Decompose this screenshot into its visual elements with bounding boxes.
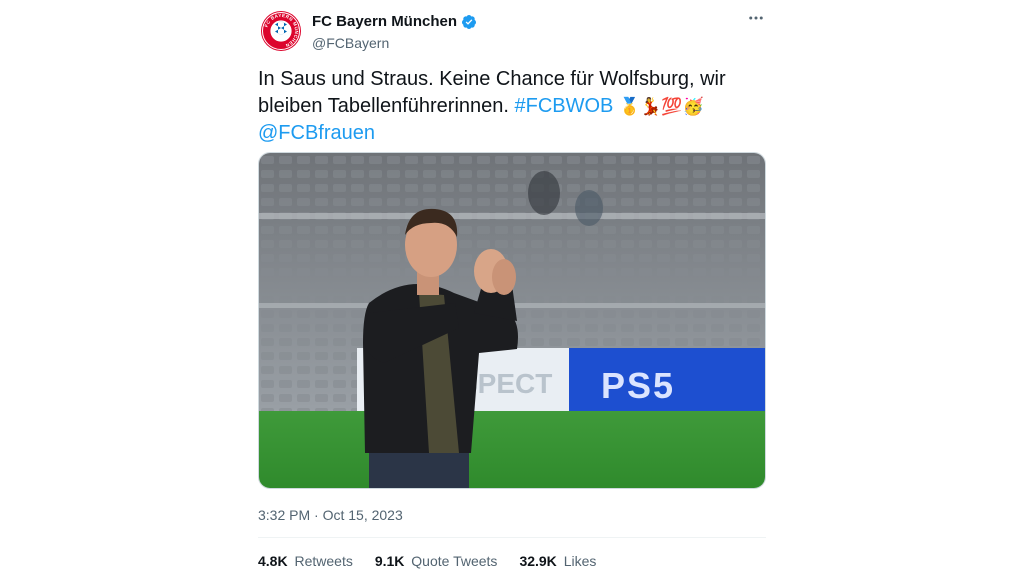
- quote-tweets-label: Quote Tweets: [411, 553, 498, 569]
- more-horizontal-icon[interactable]: [746, 8, 766, 28]
- photo-man-applauding-in-stadium: SPECT PS5: [259, 153, 765, 488]
- tweet: FC BAYERN MÜNCHEN FC Bayern München @FCB…: [258, 0, 768, 576]
- tweet-photo[interactable]: SPECT PS5: [258, 152, 766, 489]
- avatar[interactable]: FC BAYERN MÜNCHEN: [260, 10, 302, 52]
- retweets-count: 4.8K: [258, 553, 288, 569]
- likes-count: 32.9K: [519, 553, 557, 569]
- user-info: FC Bayern München @FCBayern: [312, 12, 477, 53]
- verified-badge-icon: [461, 14, 477, 30]
- retweets-label: Retweets: [294, 553, 353, 569]
- divider: [258, 537, 766, 538]
- display-name[interactable]: FC Bayern München: [312, 12, 457, 32]
- quote-tweets-count: 9.1K: [374, 553, 405, 569]
- likes-label: Likes: [563, 553, 597, 569]
- display-name-row: FC Bayern München: [312, 12, 477, 32]
- likes-stat[interactable]: 32.9K Likes: [519, 553, 596, 569]
- hashtag-link[interactable]: #FCBWOB: [515, 95, 614, 117]
- tweet-stats: 4.8K Retweets 9.1K Quote Tweets 32.9K Li…: [258, 553, 596, 569]
- quote-tweets-stat[interactable]: 9.1K Quote Tweets: [375, 553, 498, 569]
- tweet-text: In Saus und Straus. Keine Chance für Wol…: [258, 66, 766, 147]
- handle[interactable]: @FCBayern: [312, 33, 477, 53]
- retweets-stat[interactable]: 4.8K Retweets: [258, 553, 353, 569]
- tweet-timestamp[interactable]: 3:32 PM · Oct 15, 2023: [258, 507, 403, 523]
- fc-bayern-crest-icon: FC BAYERN MÜNCHEN: [261, 11, 301, 51]
- mention-link[interactable]: @FCBfrauen: [258, 122, 375, 144]
- tweet-emojis: 🥇💃💯🥳: [618, 97, 704, 116]
- board-text-right: PS5: [601, 365, 675, 406]
